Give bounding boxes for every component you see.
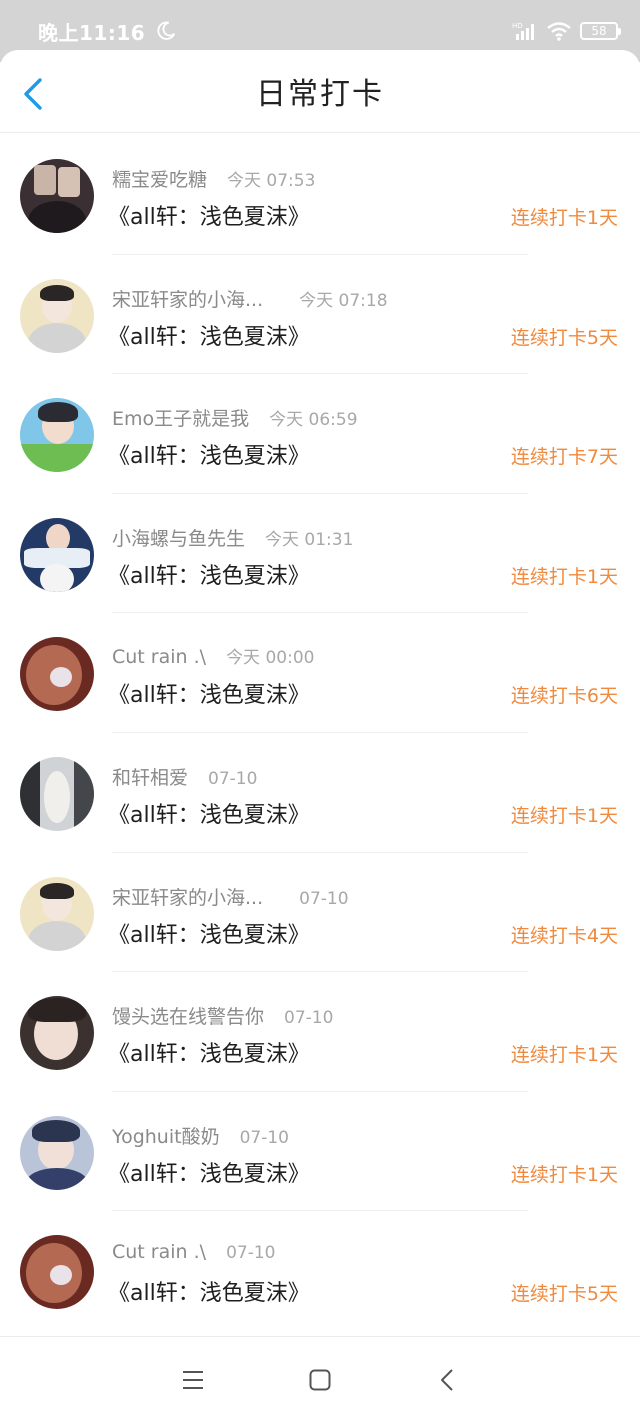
checkin-time: 今天 07:53 — [227, 171, 316, 191]
user-name[interactable]: 小海螺与鱼先生 — [112, 524, 245, 551]
checkin-time: 07-10 — [208, 768, 258, 789]
book-title[interactable]: 《all轩：浅色夏沫》 — [108, 199, 310, 231]
list-item[interactable]: 糯宝爱吃糖 今天 07:53 《all轩：浅色夏沫》 连续打卡1天 — [0, 135, 640, 255]
user-name[interactable]: 宋亚轩家的小海... — [112, 285, 263, 312]
list-item[interactable]: 和轩相爱 07-10 《all轩：浅色夏沫》 连续打卡1天 — [0, 733, 640, 853]
svg-text:HD: HD — [512, 22, 523, 30]
avatar[interactable] — [20, 637, 94, 712]
wifi-icon — [547, 22, 571, 41]
list-item[interactable]: Emo王子就是我 今天 06:59 《all轩：浅色夏沫》 连续打卡7天 — [0, 374, 640, 494]
avatar[interactable] — [20, 1235, 94, 1310]
checkin-time: 07-10 — [239, 1127, 289, 1148]
page-title: 日常打卡 — [256, 77, 384, 112]
entry-meta: 小海螺与鱼先生 今天 01:31 — [112, 524, 353, 551]
home-button[interactable] — [300, 1360, 340, 1400]
streak-badge: 连续打卡6天 — [510, 685, 618, 708]
avatar[interactable] — [20, 278, 94, 353]
book-title[interactable]: 《all轩：浅色夏沫》 — [108, 677, 310, 709]
checkin-time: 今天 07:18 — [299, 290, 388, 311]
avatar[interactable] — [20, 159, 94, 233]
moon-icon — [157, 21, 176, 40]
checkin-time: 07-10 — [226, 1243, 276, 1264]
streak-badge: 连续打卡5天 — [510, 326, 618, 349]
battery-icon: 58 — [580, 22, 621, 40]
book-title[interactable]: 《all轩：浅色夏沫》 — [108, 1275, 310, 1307]
book-title[interactable]: 《all轩：浅色夏沫》 — [108, 558, 310, 590]
user-name[interactable]: 宋亚轩家的小海... — [112, 883, 263, 910]
checkin-time: 07-10 — [299, 888, 349, 909]
checkin-time: 今天 00:00 — [226, 648, 315, 669]
list-item[interactable]: Cut rain .\ 07-10 《all轩：浅色夏沫》 连续打卡5天 — [0, 1211, 640, 1331]
entry-meta: 馒头选在线警告你 07-10 — [112, 1002, 333, 1029]
user-name[interactable]: Emo王子就是我 — [112, 404, 249, 431]
streak-badge: 连续打卡7天 — [510, 446, 618, 469]
streak-badge: 连续打卡1天 — [510, 207, 618, 229]
user-name[interactable]: Yoghuit酸奶 — [112, 1122, 220, 1149]
list-item[interactable]: 宋亚轩家的小海... 07-10 《all轩：浅色夏沫》 连续打卡4天 — [0, 853, 640, 973]
battery-level: 58 — [591, 24, 607, 38]
entry-meta: Yoghuit酸奶 07-10 — [112, 1122, 289, 1149]
checkin-list: 糯宝爱吃糖 今天 07:53 《all轩：浅色夏沫》 连续打卡1天 宋亚轩家的小… — [0, 135, 640, 1331]
checkin-time: 07-10 — [284, 1008, 334, 1029]
entry-meta: Cut rain .\ 今天 00:00 — [112, 643, 314, 668]
streak-badge: 连续打卡1天 — [510, 804, 618, 827]
avatar[interactable] — [20, 876, 94, 951]
avatar[interactable] — [20, 398, 94, 473]
status-icons: HD 58 — [512, 21, 621, 41]
menu-button[interactable] — [173, 1360, 213, 1400]
user-name[interactable]: Cut rain .\ — [112, 646, 206, 668]
system-nav-bar — [0, 1336, 640, 1422]
chevron-left-icon — [24, 78, 42, 110]
book-title[interactable]: 《all轩：浅色夏沫》 — [108, 797, 310, 829]
entry-meta: 糯宝爱吃糖 今天 07:53 — [112, 165, 315, 192]
list-item[interactable]: 宋亚轩家的小海... 今天 07:18 《all轩：浅色夏沫》 连续打卡5天 — [0, 255, 640, 375]
streak-badge: 连续打卡5天 — [510, 1283, 618, 1306]
checkin-time: 今天 01:31 — [265, 529, 354, 550]
checkin-time: 今天 06:59 — [269, 410, 358, 431]
entry-meta: 宋亚轩家的小海... 07-10 — [112, 883, 349, 910]
book-title[interactable]: 《all轩：浅色夏沫》 — [108, 917, 310, 949]
avatar[interactable] — [20, 756, 94, 831]
streak-badge: 连续打卡1天 — [510, 1044, 618, 1067]
entry-meta: Cut rain .\ 07-10 — [112, 1241, 275, 1263]
back-nav-button[interactable] — [427, 1360, 467, 1400]
streak-badge: 连续打卡1天 — [510, 565, 618, 588]
status-time: 晚上11:16 — [38, 20, 146, 45]
avatar[interactable] — [20, 517, 94, 592]
book-title[interactable]: 《all轩：浅色夏沫》 — [108, 1036, 310, 1068]
avatar[interactable] — [20, 1115, 94, 1190]
user-name[interactable]: 和轩相爱 — [112, 763, 188, 790]
streak-badge: 连续打卡1天 — [510, 1163, 618, 1186]
entry-meta: Emo王子就是我 今天 06:59 — [112, 404, 358, 431]
streak-badge: 连续打卡4天 — [510, 924, 618, 947]
user-name[interactable]: 糯宝爱吃糖 — [112, 165, 207, 192]
book-title[interactable]: 《all轩：浅色夏沫》 — [108, 438, 310, 470]
list-item[interactable]: 小海螺与鱼先生 今天 01:31 《all轩：浅色夏沫》 连续打卡1天 — [0, 494, 640, 614]
avatar[interactable] — [20, 996, 94, 1071]
header-bar: 日常打卡 — [0, 50, 640, 132]
signal-icon: HD — [512, 22, 534, 40]
back-triangle-icon — [440, 1368, 453, 1391]
entry-meta: 宋亚轩家的小海... 今天 07:18 — [112, 285, 388, 312]
list-item[interactable]: Yoghuit酸奶 07-10 《all轩：浅色夏沫》 连续打卡1天 — [0, 1092, 640, 1212]
list-item[interactable]: 馒头选在线警告你 07-10 《all轩：浅色夏沫》 连续打卡1天 — [0, 972, 640, 1092]
user-name[interactable]: 馒头选在线警告你 — [112, 1002, 264, 1029]
menu-icon — [183, 1370, 204, 1389]
entry-meta: 和轩相爱 07-10 — [112, 763, 257, 790]
home-square-icon — [309, 1369, 331, 1390]
book-title[interactable]: 《all轩：浅色夏沫》 — [108, 319, 310, 351]
user-name[interactable]: Cut rain .\ — [112, 1241, 206, 1263]
list-item[interactable]: Cut rain .\ 今天 00:00 《all轩：浅色夏沫》 连续打卡6天 — [0, 613, 640, 733]
back-button[interactable] — [22, 76, 52, 112]
book-title[interactable]: 《all轩：浅色夏沫》 — [108, 1156, 310, 1188]
